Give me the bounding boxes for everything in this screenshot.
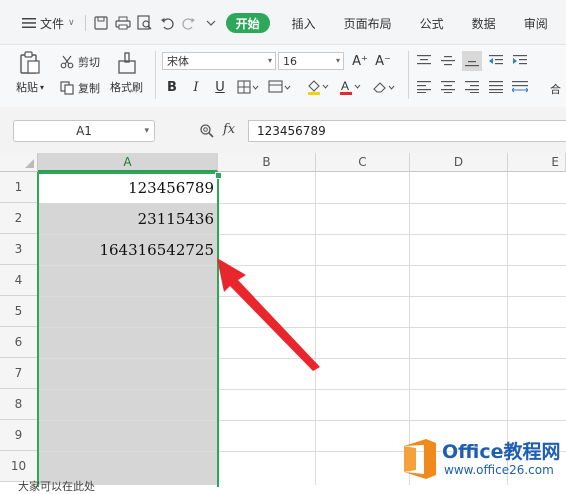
watermark-brand: Office教程网 (442, 441, 561, 463)
watermark-logo: Office教程网 www.office26.com (400, 433, 566, 485)
caption-text: 大家可以在此处 (18, 480, 95, 493)
watermark-url: www.office26.com (444, 463, 554, 477)
annotation-arrow (217, 258, 320, 371)
office-logo-icon (404, 439, 436, 479)
